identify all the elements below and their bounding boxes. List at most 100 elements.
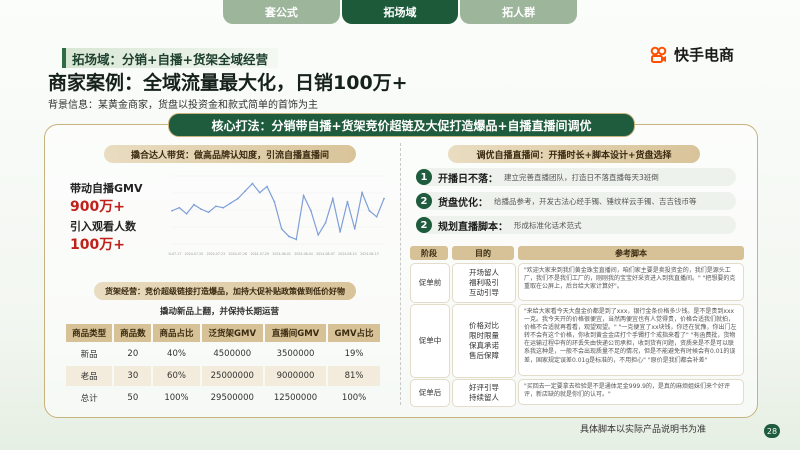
chart-point bbox=[244, 190, 247, 193]
chart-point bbox=[200, 208, 203, 211]
script-stage: 促单中 bbox=[410, 304, 450, 378]
chart-x-tick-label: 2024-08-13 bbox=[360, 252, 379, 256]
core-strategy-banner: 核心打法：分销带自播+货架竞价超链及大促打造爆品+自播直播间调优 bbox=[168, 113, 635, 137]
brand: 快手电商 bbox=[650, 44, 734, 65]
table-cell: 81% bbox=[328, 366, 380, 386]
chart-point bbox=[346, 200, 349, 203]
stat-gmv-label: 带动自播GMV bbox=[70, 182, 143, 195]
col-header: 商品占比 bbox=[153, 324, 200, 342]
table-cell: 100% bbox=[341, 393, 367, 403]
chart-point bbox=[273, 200, 276, 203]
brand-name: 快手电商 bbox=[674, 46, 735, 64]
chart-point bbox=[207, 211, 210, 214]
col-header: GMV占比 bbox=[328, 324, 380, 342]
chart-x-tick-label: 2024-08-01 bbox=[272, 252, 291, 256]
chart-point bbox=[193, 203, 195, 206]
step-number: 2 bbox=[416, 193, 432, 209]
chart-point bbox=[331, 197, 334, 200]
table-cell: 19% bbox=[344, 349, 364, 359]
stat-viewers: 引入观看人数 100万+ bbox=[70, 218, 136, 254]
chart-point bbox=[258, 191, 261, 194]
chart-point bbox=[353, 227, 356, 230]
chart-x-tick-label: 2024-07-26 bbox=[229, 252, 248, 256]
table-cell: 总计 bbox=[80, 394, 98, 404]
footnote: 具体脚本以实际产品说明书为准 bbox=[580, 425, 707, 435]
chart-x-tick-label: 2024-07-23 bbox=[207, 252, 226, 256]
step-desc: 形成标准化话术范式 bbox=[514, 220, 582, 230]
stat-gmv-value: 900万+ bbox=[70, 199, 125, 215]
chart-point bbox=[222, 206, 225, 209]
table-cell: 40% bbox=[167, 349, 186, 359]
col-header: 直播间GMV bbox=[264, 324, 327, 342]
table-cell: 100% bbox=[164, 393, 189, 403]
script-text: "欢迎大家来到我们黄金珠宝直播间，咱们家主要是卖投资金的，我们是源头工厂，我们不… bbox=[518, 263, 744, 301]
right-pill-optimize: 调优自播直播间：开播时长+脚本设计+货盘选择 bbox=[448, 145, 700, 163]
table-cell: 3500000 bbox=[276, 349, 315, 359]
chart-x-tick-label: 2024-08-04 bbox=[294, 252, 313, 256]
chart-point bbox=[302, 194, 305, 197]
tab-expand-field[interactable]: 拓场域 bbox=[341, 0, 459, 24]
stat-viewers-value: 100万+ bbox=[70, 237, 125, 253]
script-stage: 促单后 bbox=[410, 379, 450, 407]
step-desc: 建立完善直播团队，打造日不落直播每天3班倒 bbox=[504, 172, 659, 182]
chart-point bbox=[251, 182, 254, 185]
kuaishou-logo-icon bbox=[650, 46, 667, 63]
column-divider bbox=[400, 143, 401, 405]
background-info: 背景信息：某黄金商家，货盘以投资金和款式简单的首饰为主 bbox=[48, 100, 318, 111]
table-cell: 12500000 bbox=[273, 393, 318, 403]
left-pill-shelf: 货架经营：竞价超级链接打造爆品，加持大促补贴政策做到低价好物 bbox=[94, 282, 356, 300]
chart-point bbox=[339, 231, 342, 233]
section-tag: 拓场域：分销+自播+货架全域经营 bbox=[62, 48, 278, 68]
table-cell: 4500000 bbox=[213, 349, 252, 359]
chart-x-tick-label: 2024-07-17 bbox=[168, 252, 181, 256]
chart-point bbox=[214, 205, 217, 208]
chart-point bbox=[280, 227, 283, 230]
col-header: 泛货架GMV bbox=[201, 324, 263, 342]
chart-point bbox=[383, 197, 385, 200]
stat-viewers-label: 引入观看人数 bbox=[70, 220, 136, 233]
chart-point bbox=[324, 221, 327, 224]
stat-gmv: 带动自播GMV 900万+ bbox=[70, 180, 143, 216]
chart-point bbox=[375, 215, 378, 218]
script-col-stage: 阶段 bbox=[410, 246, 448, 260]
step-title: 货盘优化： bbox=[438, 197, 488, 209]
step-item: 2 货盘优化： 给播品参考，开发古法心经手镯、锤纹样云手镯、吉吉钱币等 bbox=[416, 192, 736, 210]
chart-point bbox=[236, 197, 239, 200]
table-cell: 20 bbox=[127, 349, 139, 359]
tab-formula[interactable]: 套公式 bbox=[223, 0, 340, 24]
table-cell: 29500000 bbox=[210, 393, 254, 403]
chart-point bbox=[171, 209, 173, 212]
step-desc: 给播品参考，开发古法心经手镯、锤纹样云手镯、吉吉钱币等 bbox=[494, 196, 697, 206]
table-row: 总计 50 100% 29500000 12500000 100% bbox=[66, 388, 380, 408]
table-header-row: 商品类型 商品数 商品占比 泛货架GMV 直播间GMV GMV占比 bbox=[66, 324, 380, 342]
chart-point bbox=[361, 191, 363, 194]
step-number: 1 bbox=[416, 169, 432, 185]
table-cell: 60% bbox=[153, 366, 200, 386]
tab-expand-audience[interactable]: 拓人群 bbox=[460, 0, 578, 24]
chart-point bbox=[309, 209, 312, 212]
product-table: 商品类型 商品数 商品占比 泛货架GMV 直播间GMV GMV占比 新品 20 … bbox=[64, 322, 382, 410]
step-title: 开播日不落： bbox=[438, 173, 498, 185]
script-col-purpose: 目的 bbox=[452, 246, 514, 260]
page-title: 商家案例：全域流量最大化，日销100万+ bbox=[48, 72, 408, 94]
chart-point bbox=[288, 235, 290, 238]
script-stage: 促单前 bbox=[410, 263, 450, 303]
table-cell: 老品 bbox=[66, 366, 113, 386]
chart-x-tick-label: 2024-07-29 bbox=[250, 252, 269, 256]
trend-line-chart: 2024-07-17 2024-07-202024-07-232024-07-26… bbox=[168, 175, 385, 256]
table-cell: 9000000 bbox=[264, 366, 327, 386]
table-cell: 50 bbox=[127, 393, 139, 403]
chart-point bbox=[185, 212, 188, 215]
chart-x-tick-label: 2024-07-20 bbox=[185, 252, 204, 256]
chart-point bbox=[178, 206, 181, 209]
script-purpose: 开场留人 福利吸引 互动引导 bbox=[452, 263, 516, 303]
step-number: 2 bbox=[416, 217, 432, 233]
page-number: 28 bbox=[764, 424, 780, 438]
script-text: "来给大家看今天大盘金价都是到了xxx，银行金条价格多少钱。是不是贵到xxx一克… bbox=[518, 304, 744, 376]
chart-point bbox=[317, 234, 320, 236]
step-title: 规划直播脚本： bbox=[438, 221, 508, 233]
step-item: 2 规划直播脚本： 形成标准化话术范式 bbox=[416, 216, 736, 234]
script-text: "买回去一定要拿去检验是不是通体足金999.9的，是真的麻烦姐妹们来个好评评，新… bbox=[518, 379, 744, 405]
sub-note: 撬动新品上翻，并保持长期运营 bbox=[160, 307, 280, 317]
table-cell: 25000000 bbox=[201, 366, 263, 386]
